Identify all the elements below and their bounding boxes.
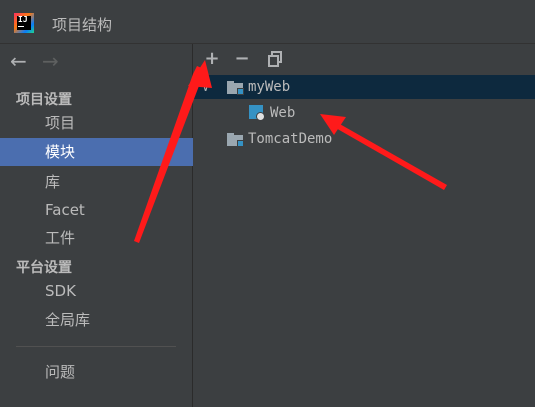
web-facet-icon: [249, 105, 265, 121]
arrow-right-icon[interactable]: →: [42, 51, 59, 71]
modules-toolbar: + −: [194, 44, 535, 74]
tree-node-tomcatdemo[interactable]: TomcatDemo: [194, 127, 535, 151]
sidebar-item-problems[interactable]: 问题: [0, 358, 193, 386]
module-tree: ∨ myWeb Web TomcatDemo: [194, 75, 535, 375]
modules-panel: + − ∨ myWeb Web TomcatDemo: [194, 44, 535, 407]
title-bar: IJ 项目结构: [0, 0, 535, 44]
tree-node-myweb[interactable]: ∨ myWeb: [194, 75, 535, 99]
project-settings-header: 项目设置: [16, 92, 72, 108]
sidebar-item-project[interactable]: 项目: [0, 109, 193, 137]
intellij-logo-icon: IJ: [14, 13, 34, 33]
sidebar-item-modules[interactable]: 模块: [0, 138, 193, 166]
sidebar-divider: [16, 346, 176, 347]
platform-settings-header: 平台设置: [16, 260, 72, 276]
tree-node-web-facet[interactable]: Web: [194, 101, 535, 125]
sidebar-item-global-libraries[interactable]: 全局库: [0, 306, 193, 334]
copy-icon[interactable]: [265, 49, 285, 69]
sidebar-item-sdk[interactable]: SDK: [0, 277, 193, 305]
arrow-left-icon[interactable]: ←: [10, 51, 27, 71]
tree-node-label: Web: [270, 105, 296, 121]
sidebar-item-artifacts[interactable]: 工件: [0, 224, 193, 252]
remove-module-button[interactable]: −: [232, 49, 252, 69]
window-title: 项目结构: [52, 16, 113, 34]
settings-sidebar: ← → 项目设置 项目 模块 库 Facet 工件 平台设置 SDK 全局库 问…: [0, 44, 193, 407]
sidebar-item-libraries[interactable]: 库: [0, 168, 193, 196]
module-folder-icon: [227, 80, 245, 95]
tree-node-label: TomcatDemo: [248, 131, 333, 147]
chevron-down-icon[interactable]: ∨: [202, 75, 209, 99]
tree-node-label: myWeb: [248, 79, 291, 95]
sidebar-item-facets[interactable]: Facet: [0, 196, 193, 224]
module-folder-icon: [227, 132, 245, 147]
add-module-button[interactable]: +: [202, 49, 222, 69]
